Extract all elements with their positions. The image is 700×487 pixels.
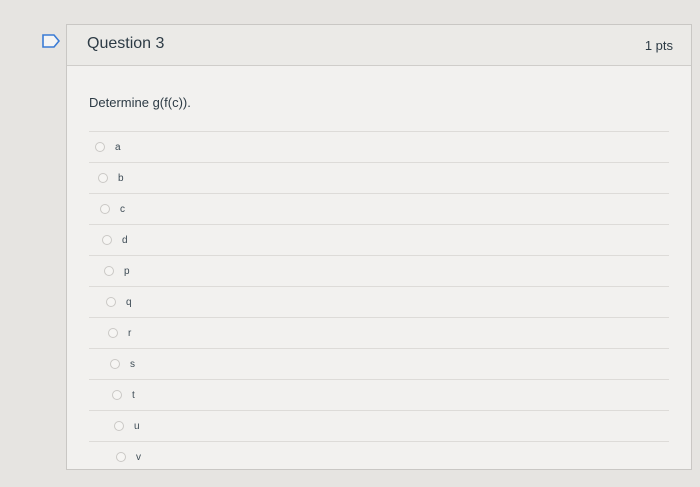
radio-button[interactable] [114, 421, 124, 431]
radio-button[interactable] [102, 235, 112, 245]
answer-label: u [134, 420, 140, 432]
answer-label: b [118, 172, 124, 184]
question-points: 1 pts [644, 38, 673, 53]
answer-option-p[interactable]: p [89, 255, 669, 286]
radio-button[interactable] [116, 452, 126, 462]
radio-button[interactable] [100, 204, 110, 214]
answer-label: c [120, 203, 125, 215]
answer-label: t [132, 389, 135, 401]
answer-label: p [124, 265, 130, 277]
answer-label: d [122, 234, 128, 246]
answer-list: a b c d p q r s t u v [89, 131, 669, 472]
question-header: Question 3 1 pts [67, 25, 691, 66]
answer-label: a [115, 141, 121, 153]
radio-button[interactable] [108, 328, 118, 338]
radio-button[interactable] [106, 297, 116, 307]
answer-option-v[interactable]: v [89, 441, 669, 472]
answer-option-b[interactable]: b [89, 162, 669, 193]
question-title: Question 3 [87, 35, 165, 52]
radio-button[interactable] [95, 142, 105, 152]
radio-button[interactable] [104, 266, 114, 276]
radio-button[interactable] [98, 173, 108, 183]
answer-option-t[interactable]: t [89, 379, 669, 410]
question-prompt: Determine g(f(c)). [89, 95, 191, 110]
answer-option-u[interactable]: u [89, 410, 669, 441]
radio-button[interactable] [112, 390, 122, 400]
answer-option-c[interactable]: c [89, 193, 669, 224]
answer-label: v [136, 451, 141, 463]
answer-label: r [128, 327, 132, 339]
radio-button[interactable] [110, 359, 120, 369]
bookmark-flag-icon[interactable] [42, 34, 60, 48]
answer-label: s [130, 358, 135, 370]
question-card: Question 3 1 pts Determine g(f(c)). a b … [66, 24, 692, 470]
answer-option-d[interactable]: d [89, 224, 669, 255]
answer-option-a[interactable]: a [89, 131, 669, 162]
answer-label: q [126, 296, 132, 308]
answer-option-s[interactable]: s [89, 348, 669, 379]
answer-option-r[interactable]: r [89, 317, 669, 348]
answer-option-q[interactable]: q [89, 286, 669, 317]
